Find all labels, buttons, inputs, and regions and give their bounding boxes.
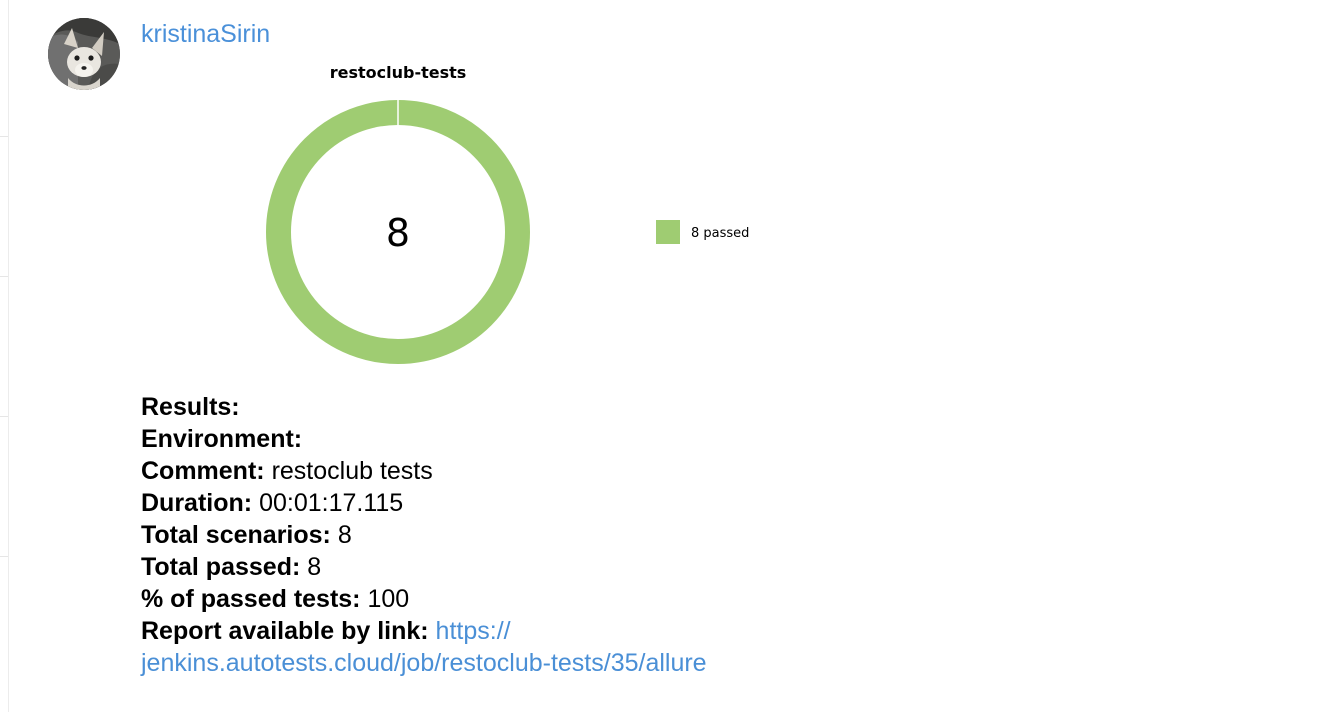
comment-value: restoclub tests bbox=[271, 457, 433, 485]
avatar[interactable] bbox=[48, 18, 120, 90]
duration-value: 00:01:17.115 bbox=[259, 489, 404, 517]
chat-message-frame: kristinaSirin restoclub-tests 8 8 passed… bbox=[0, 0, 1334, 712]
legend-label: 8 passed bbox=[691, 226, 749, 241]
report-link-row-2: jenkins.autotests.cloud/job/restoclub-te… bbox=[141, 647, 707, 679]
report-link-row: Report available by link: https:// bbox=[141, 615, 707, 647]
rail-divider bbox=[0, 416, 8, 417]
total-passed-value: 8 bbox=[307, 553, 322, 581]
report-summary: Results: Environment: Comment: restoclub… bbox=[141, 391, 707, 679]
environment-label: Environment: bbox=[141, 425, 303, 453]
rail-divider bbox=[0, 276, 8, 277]
percent-passed-value: 100 bbox=[367, 585, 410, 613]
environment-row: Environment: bbox=[141, 423, 707, 455]
rail-divider bbox=[0, 556, 8, 557]
results-label: Results: bbox=[141, 393, 240, 421]
rail-divider bbox=[0, 136, 8, 137]
fennec-fox-avatar-icon bbox=[48, 18, 120, 90]
duration-label: Duration: bbox=[141, 489, 253, 517]
comment-label: Comment: bbox=[141, 457, 265, 485]
chart-svg: restoclub-tests 8 8 passed bbox=[266, 63, 749, 364]
message-author[interactable]: kristinaSirin bbox=[141, 20, 270, 49]
legend-swatch bbox=[656, 220, 680, 244]
results-row: Results: bbox=[141, 391, 707, 423]
duration-row: Duration: 00:01:17.115 bbox=[141, 487, 707, 519]
total-passed-label: Total passed: bbox=[141, 553, 301, 581]
percent-passed-label: % of passed tests: bbox=[141, 585, 361, 613]
report-link-part1[interactable]: https:// bbox=[436, 617, 511, 645]
percent-passed-row: % of passed tests: 100 bbox=[141, 583, 707, 615]
chart-title: restoclub-tests bbox=[330, 63, 467, 82]
total-passed-row: Total passed: 8 bbox=[141, 551, 707, 583]
total-scenarios-row: Total scenarios: 8 bbox=[141, 519, 707, 551]
chart-legend: 8 passed bbox=[656, 220, 749, 244]
left-rail bbox=[0, 0, 9, 712]
total-scenarios-value: 8 bbox=[337, 521, 352, 549]
donut-center-label: 8 bbox=[386, 211, 410, 255]
comment-row: Comment: restoclub tests bbox=[141, 455, 707, 487]
report-link-part2[interactable]: jenkins.autotests.cloud/job/restoclub-te… bbox=[141, 649, 707, 677]
donut-chart: restoclub-tests 8 8 passed bbox=[240, 58, 800, 378]
report-link-label: Report available by link: bbox=[141, 617, 429, 645]
total-scenarios-label: Total scenarios: bbox=[141, 521, 331, 549]
